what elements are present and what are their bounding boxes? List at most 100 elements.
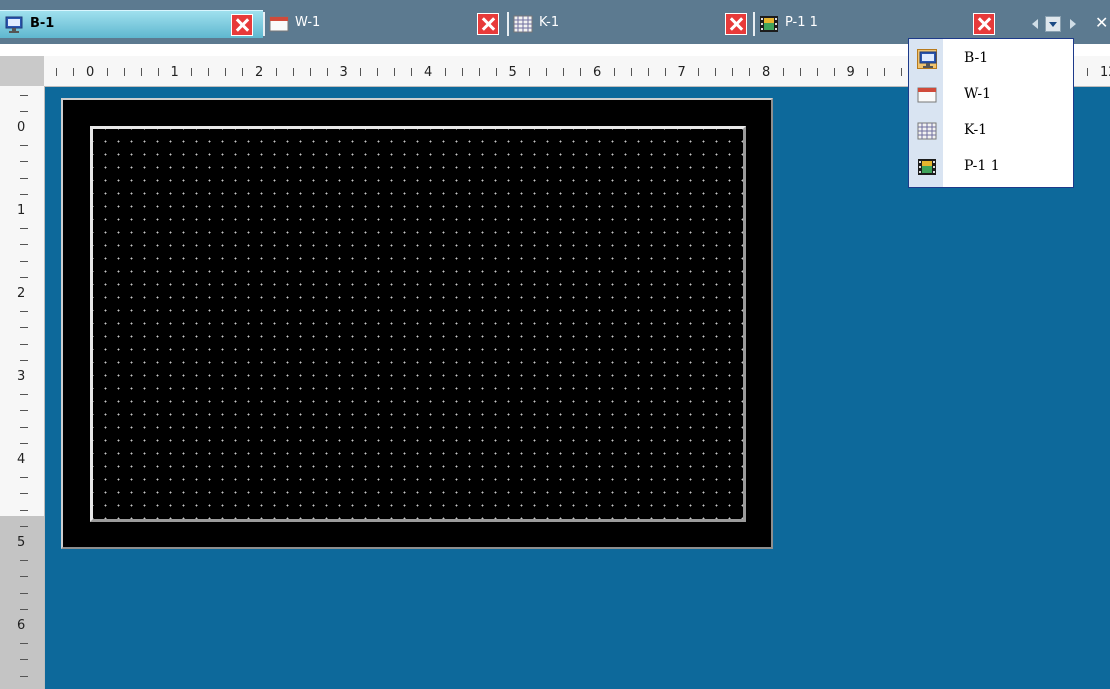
ruler-number: 6 — [17, 618, 26, 633]
ruler-tick — [563, 68, 565, 76]
close-icon[interactable] — [725, 13, 747, 35]
tab-p1[interactable]: P-1 1 — [755, 10, 1000, 37]
tab-k1[interactable]: K-1 — [509, 10, 753, 37]
film-icon — [759, 15, 779, 33]
ruler-tick — [715, 68, 717, 76]
ruler-tick — [292, 68, 294, 76]
ruler-number: 6 — [593, 65, 602, 80]
ruler-tick — [20, 393, 28, 395]
ruler-number: 9 — [846, 65, 855, 80]
ruler-number: 1 — [17, 203, 26, 218]
vertical-ruler: 0 1 2 3 4 5 6 — [0, 86, 45, 689]
ruler-tick — [664, 68, 666, 76]
ruler-tick — [56, 68, 58, 76]
ruler-tick — [377, 68, 379, 76]
ruler-tick — [394, 68, 396, 76]
scroll-left-icon[interactable] — [1032, 19, 1038, 29]
ruler-tick — [20, 194, 28, 196]
scroll-right-icon[interactable] — [1070, 19, 1076, 29]
ruler-tick — [20, 592, 28, 594]
close-icon[interactable] — [973, 13, 995, 35]
popup-item-p1[interactable]: P-1 1 — [909, 149, 1073, 185]
ruler-tick — [20, 360, 28, 362]
ruler-tick — [20, 410, 28, 412]
ruler-tick — [647, 68, 649, 76]
ruler-tick — [20, 343, 28, 345]
ruler-number: 0 — [86, 65, 95, 80]
tab-label: P-1 1 — [785, 15, 818, 30]
ruler-tick — [20, 659, 28, 661]
popup-item-w1[interactable]: W-1 — [909, 77, 1073, 113]
tab-list-popup: B-1 W-1 K-1 P-1 1 — [908, 38, 1074, 188]
ruler-tick — [580, 68, 582, 76]
ruler-tick — [630, 68, 632, 76]
ruler-number: 2 — [255, 65, 264, 80]
tab-w1[interactable]: W-1 — [265, 10, 507, 37]
ruler-tick — [546, 68, 548, 76]
popup-item-label: W-1 — [964, 86, 992, 102]
ruler-tick — [20, 161, 28, 163]
ruler-corner — [0, 56, 44, 86]
ruler-number: 5 — [17, 535, 26, 550]
screen-canvas[interactable] — [90, 126, 746, 522]
ruler-tick — [20, 476, 28, 478]
close-all-icon[interactable]: ✕ — [1095, 13, 1108, 32]
ruler-tick — [20, 526, 28, 528]
ruler-tick — [698, 68, 700, 76]
ruler-number: 0 — [17, 120, 26, 135]
ruler-tick — [20, 227, 28, 229]
ruler-tick — [20, 559, 28, 561]
ruler-tick — [20, 327, 28, 329]
popup-item-label: B-1 — [964, 50, 989, 66]
ruler-tick — [309, 68, 311, 76]
ruler-tick — [1087, 68, 1089, 76]
ruler-tick — [411, 68, 413, 76]
popup-item-b1[interactable]: B-1 — [909, 41, 1073, 77]
ruler-tick — [867, 68, 869, 76]
ruler-number: 8 — [762, 65, 771, 80]
window-icon — [917, 85, 937, 105]
tab-label: W-1 — [295, 15, 321, 30]
ruler-tick — [73, 68, 75, 76]
popup-item-k1[interactable]: K-1 — [909, 113, 1073, 149]
tab-b1[interactable]: B-1 — [0, 10, 263, 38]
ruler-tick — [225, 68, 227, 76]
ruler-tick — [799, 68, 801, 76]
ruler-tick — [20, 144, 28, 146]
ruler-tick — [444, 68, 446, 76]
ruler-number: 3 — [17, 369, 26, 384]
popup-item-label: K-1 — [964, 122, 988, 138]
tab-label: B-1 — [30, 16, 55, 31]
monitor-icon — [4, 16, 24, 34]
close-icon[interactable] — [477, 13, 499, 35]
ruler-tick — [613, 68, 615, 76]
ruler-tick — [20, 426, 28, 428]
ruler-tick — [20, 111, 28, 113]
ruler-tick — [20, 675, 28, 677]
ruler-number: 4 — [17, 452, 26, 467]
tab-list-dropdown-button[interactable] — [1045, 16, 1061, 32]
ruler-tick — [106, 68, 108, 76]
ruler-number: 1 — [170, 65, 179, 80]
ruler-number: 5 — [508, 65, 517, 80]
ruler-number: 3 — [339, 65, 348, 80]
ruler-tick — [326, 68, 328, 76]
ruler-tick — [495, 68, 497, 76]
ruler-tick — [782, 68, 784, 76]
ruler-tick — [140, 68, 142, 76]
monitor-icon — [917, 49, 937, 69]
ruler-tick — [884, 68, 886, 76]
ruler-tick — [20, 609, 28, 611]
tab-label: K-1 — [539, 15, 560, 30]
ruler-tick — [901, 68, 903, 76]
window-icon — [269, 15, 289, 33]
ruler-tick — [191, 68, 193, 76]
ruler-number: 2 — [17, 286, 26, 301]
ruler-tick — [275, 68, 277, 76]
ruler-tick — [242, 68, 244, 76]
ruler-tick — [732, 68, 734, 76]
close-icon[interactable] — [231, 14, 253, 36]
ruler-tick — [20, 310, 28, 312]
ruler-tick — [20, 493, 28, 495]
ruler-number: 7 — [677, 65, 686, 80]
